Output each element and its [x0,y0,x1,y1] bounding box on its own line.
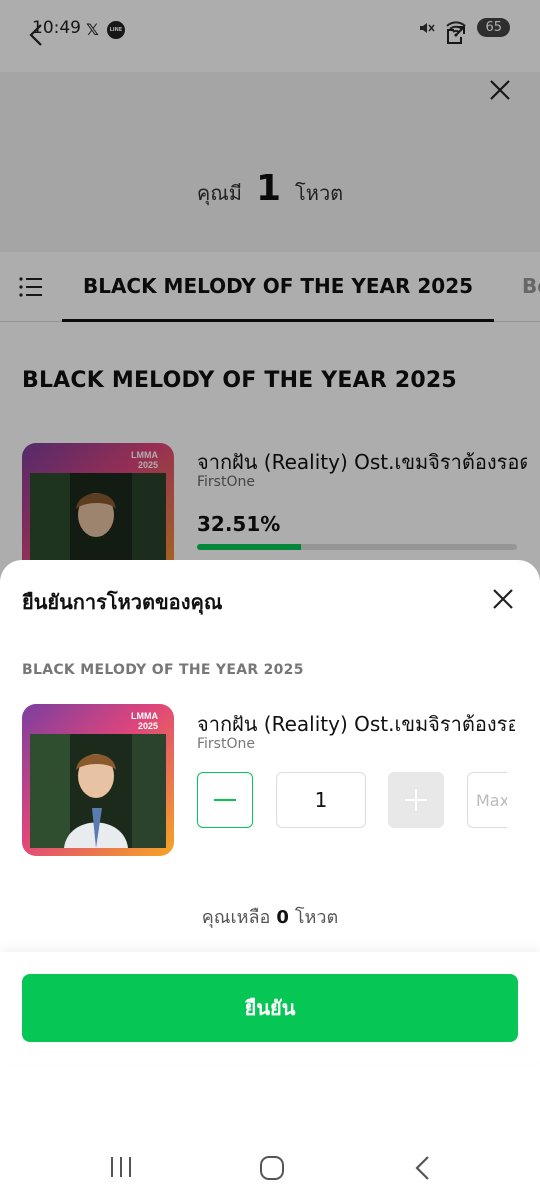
thumbnail-logo-line1: LMMA [131,711,158,721]
sheet-footer: ยืนยัน [0,952,540,1062]
song-thumbnail: LMMA 2025 [22,704,174,856]
confirm-button[interactable]: ยืนยัน [22,974,518,1042]
remaining-votes: คุณเหลือ 0 โหวต [0,902,540,931]
sheet-title: ยืนยันการโหวตของคุณ [22,590,223,614]
max-button[interactable]: Max [467,772,507,828]
system-nav-bar [0,1135,540,1199]
home-icon[interactable] [259,1155,285,1181]
artist-name: FirstOne [197,736,255,752]
recent-apps-icon[interactable] [108,1155,134,1179]
decrease-button[interactable] [197,772,253,828]
sheet-category: BLACK MELODY OF THE YEAR 2025 [22,662,304,678]
increase-button[interactable] [388,772,444,828]
minus-icon [214,798,236,802]
remaining-unit: โหวต [294,907,339,928]
remaining-count: 0 [276,907,289,928]
quantity-input[interactable] [276,772,366,828]
thumbnail-logo-line2: 2025 [138,721,158,731]
nav-back-icon[interactable] [412,1155,434,1181]
confirm-vote-sheet: ยืนยันการโหวตของคุณ BLACK MELODY OF THE … [0,560,540,1199]
sheet-close-icon[interactable] [490,586,516,612]
remaining-label: คุณเหลือ [201,907,271,928]
